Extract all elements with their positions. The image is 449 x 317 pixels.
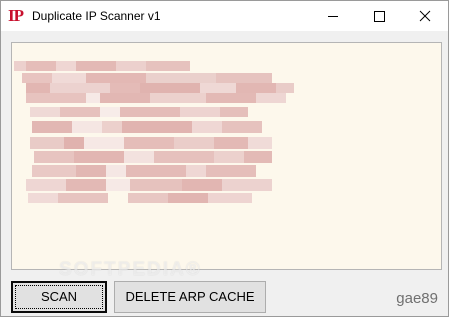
- minimize-icon: [328, 16, 338, 17]
- app-window: IP Duplicate IP Scanner v1 SOFTPEDIA® SC…: [0, 0, 449, 317]
- delete-arp-cache-button[interactable]: DELETE ARP CACHE: [114, 281, 266, 313]
- author-label: gae89: [396, 290, 438, 307]
- scan-button[interactable]: SCAN: [11, 281, 107, 313]
- minimize-button[interactable]: [310, 1, 356, 31]
- window-title: Duplicate IP Scanner v1: [32, 9, 161, 23]
- app-icon: IP: [8, 6, 24, 25]
- close-icon: [419, 10, 431, 22]
- title-bar[interactable]: IP Duplicate IP Scanner v1: [1, 1, 448, 31]
- watermark: SOFTPEDIA®: [59, 259, 202, 280]
- maximize-button[interactable]: [356, 1, 402, 31]
- pixelated-output-content: [14, 61, 294, 203]
- scan-output-panel[interactable]: [11, 42, 442, 270]
- close-button[interactable]: [402, 1, 448, 31]
- maximize-icon: [374, 11, 385, 22]
